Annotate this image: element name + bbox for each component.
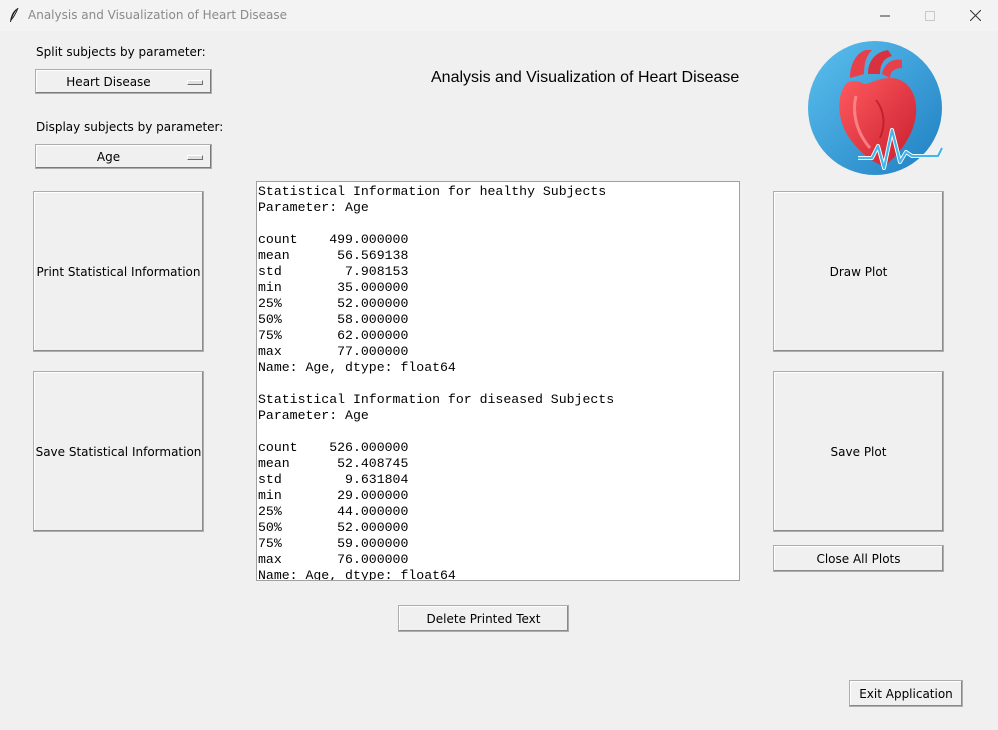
statistics-output-text: Statistical Information for healthy Subj… [258, 184, 615, 581]
title-bar: Analysis and Visualization of Heart Dise… [0, 0, 998, 31]
dropdown-indicator-icon [187, 155, 203, 160]
split-parameter-dropdown[interactable]: Heart Disease [35, 69, 212, 94]
minimize-icon [880, 15, 890, 16]
window-title: Analysis and Visualization of Heart Dise… [28, 8, 288, 22]
display-parameter-dropdown[interactable]: Age [35, 144, 212, 169]
feather-icon [10, 7, 19, 22]
statistics-output-textbox[interactable]: Statistical Information for healthy Subj… [256, 181, 740, 581]
dropdown-indicator-icon [187, 80, 203, 85]
heart-ecg-logo-icon [808, 41, 944, 175]
display-parameter-label: Display subjects by parameter: [36, 120, 224, 134]
exit-application-button[interactable]: Exit Application [849, 680, 963, 707]
close-all-plots-button[interactable]: Close All Plots [773, 545, 944, 572]
split-parameter-value: Heart Disease [66, 75, 151, 89]
maximize-icon [925, 10, 935, 21]
print-statistics-button[interactable]: Print Statistical Information [33, 191, 204, 352]
draw-plot-button[interactable]: Draw Plot [773, 191, 944, 352]
app-window: Analysis and Visualization of Heart Dise… [0, 0, 998, 730]
close-window-button[interactable] [952, 0, 998, 31]
page-title: Analysis and Visualization of Heart Dise… [431, 69, 740, 86]
maximize-button[interactable] [907, 0, 953, 31]
save-statistics-button[interactable]: Save Statistical Information [33, 371, 204, 532]
split-parameter-label: Split subjects by parameter: [36, 45, 206, 59]
close-icon [969, 10, 981, 21]
delete-printed-text-button[interactable]: Delete Printed Text [398, 605, 569, 632]
minimize-button[interactable] [862, 0, 908, 31]
save-plot-button[interactable]: Save Plot [773, 371, 944, 532]
display-parameter-value: Age [96, 150, 121, 164]
